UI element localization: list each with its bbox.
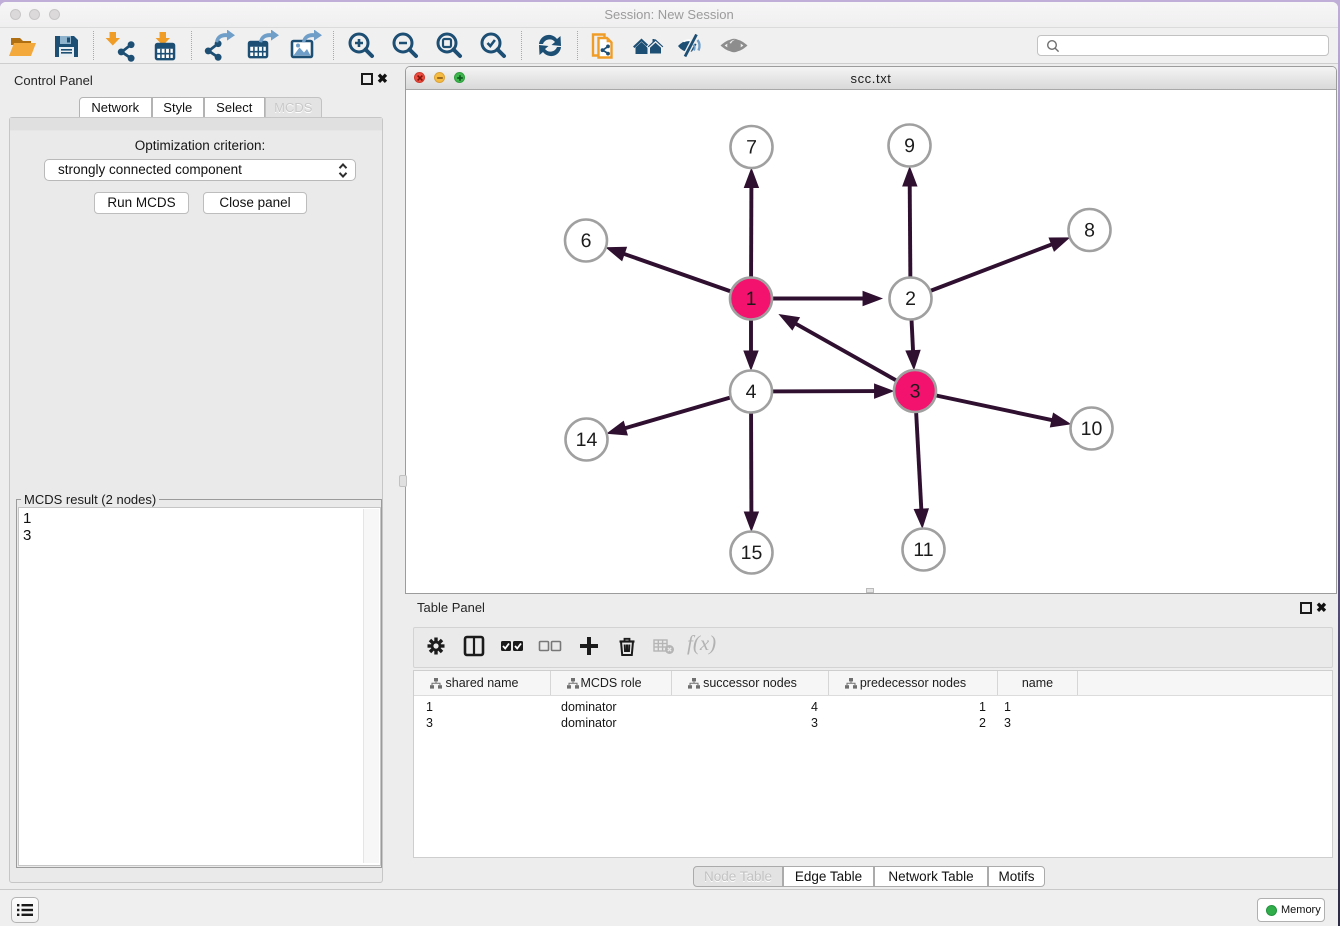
svg-text:6: 6 bbox=[581, 230, 592, 252]
svg-text:4: 4 bbox=[746, 381, 757, 403]
svg-text:8: 8 bbox=[1084, 220, 1095, 242]
svg-text:1: 1 bbox=[746, 288, 757, 310]
svg-text:2: 2 bbox=[905, 288, 916, 310]
svg-text:7: 7 bbox=[746, 137, 757, 159]
svg-text:14: 14 bbox=[576, 429, 598, 451]
svg-text:3: 3 bbox=[910, 381, 921, 403]
svg-text:11: 11 bbox=[913, 539, 933, 561]
svg-text:10: 10 bbox=[1081, 418, 1103, 440]
svg-text:15: 15 bbox=[741, 542, 763, 564]
svg-text:9: 9 bbox=[904, 135, 915, 157]
